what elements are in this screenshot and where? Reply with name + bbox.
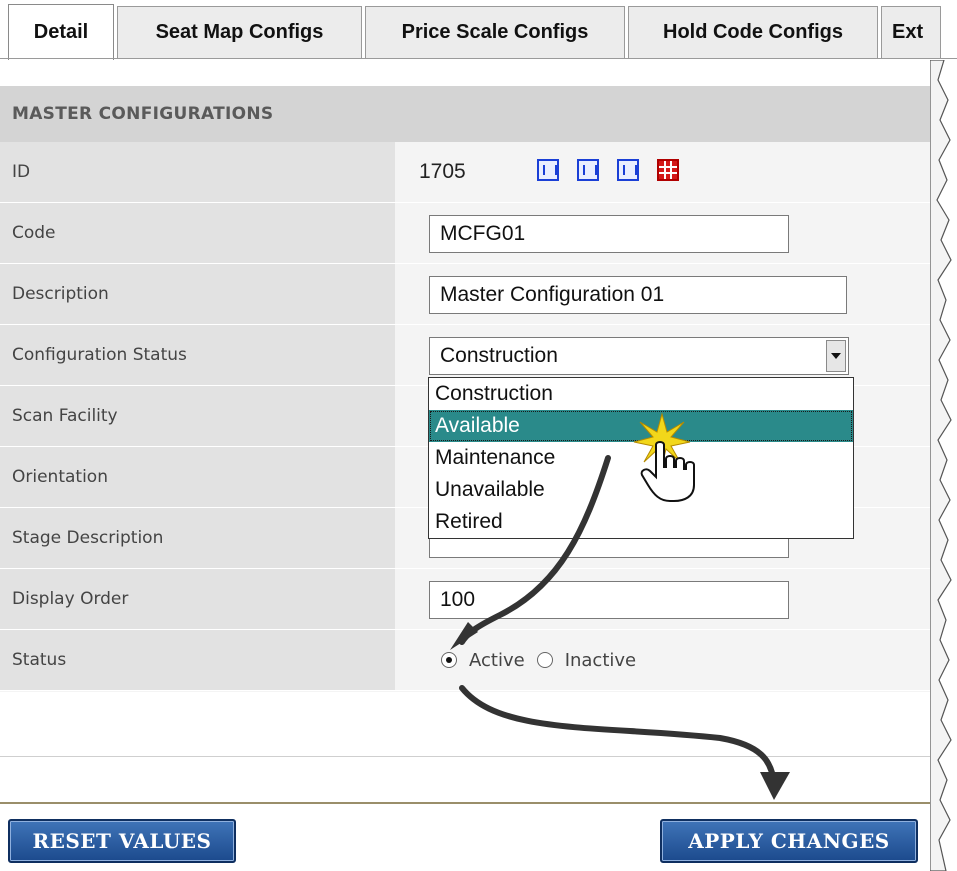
tab-ext[interactable]: Ext — [881, 6, 941, 58]
configuration-status-select[interactable]: Construction — [429, 337, 849, 375]
tab-hold-code-configs[interactable]: Hold Code Configs — [628, 6, 878, 58]
code-input[interactable]: MCFG01 — [429, 215, 789, 253]
description-value-cell: Master Configuration 01 — [395, 264, 930, 324]
arrow-to-apply — [459, 685, 777, 787]
tab-detail[interactable]: Detail — [8, 4, 114, 60]
code-label: Code — [0, 203, 395, 263]
status-active-radio[interactable] — [441, 652, 457, 668]
configuration-status-dropdown[interactable]: Construction Available Maintenance Unava… — [428, 377, 854, 539]
tab-seat-map-configs[interactable]: Seat Map Configs — [117, 6, 362, 58]
configuration-status-value: Construction — [440, 344, 558, 367]
dropdown-option-construction[interactable]: Construction — [429, 378, 853, 410]
id-label: ID — [0, 142, 395, 202]
tab-divider — [0, 58, 957, 59]
row-description: Description Master Configuration 01 — [0, 264, 930, 325]
layout-icon[interactable] — [577, 159, 599, 181]
row-code: Code MCFG01 — [0, 203, 930, 264]
status-active-label[interactable]: Active — [469, 650, 525, 671]
torn-edge — [930, 60, 952, 871]
status-inactive-label[interactable]: Inactive — [565, 650, 636, 671]
status-label: Status — [0, 630, 395, 690]
display-order-value-cell: 100 — [395, 569, 930, 629]
display-order-input[interactable]: 100 — [429, 581, 789, 619]
row-display-order: Display Order 100 — [0, 569, 930, 630]
layout-icon[interactable] — [617, 159, 639, 181]
orientation-label: Orientation — [0, 447, 395, 507]
scan-facility-label: Scan Facility — [0, 386, 395, 446]
section-header: MASTER CONFIGURATIONS — [0, 86, 930, 142]
dropdown-option-available[interactable]: Available — [429, 410, 853, 442]
tab-bar: Detail Seat Map Configs Price Scale Conf… — [0, 0, 957, 60]
configuration-status-value-cell: Construction — [395, 325, 930, 385]
id-value: 1705 — [419, 160, 466, 183]
divider — [0, 756, 930, 757]
dropdown-option-maintenance[interactable]: Maintenance — [429, 442, 853, 474]
seat-grid-icon[interactable] — [657, 159, 679, 181]
display-order-label: Display Order — [0, 569, 395, 629]
chevron-down-icon[interactable] — [826, 340, 846, 372]
tab-price-scale-configs[interactable]: Price Scale Configs — [365, 6, 625, 58]
status-radio-group: Active Inactive — [441, 630, 648, 690]
reset-values-button[interactable]: RESET VALUES — [8, 819, 236, 863]
status-value-cell: Active Inactive — [395, 630, 930, 690]
layout-icon[interactable] — [537, 159, 559, 181]
code-value-cell: MCFG01 — [395, 203, 930, 263]
footer-divider — [0, 802, 930, 804]
description-label: Description — [0, 264, 395, 324]
stage-description-label: Stage Description — [0, 508, 395, 568]
description-input[interactable]: Master Configuration 01 — [429, 276, 847, 314]
page: Detail Seat Map Configs Price Scale Conf… — [0, 0, 957, 871]
configuration-status-label: Configuration Status — [0, 325, 395, 385]
row-status: Status Active Inactive — [0, 630, 930, 691]
status-inactive-radio[interactable] — [536, 652, 553, 668]
id-value-cell: 1705 — [395, 142, 930, 202]
row-id: ID 1705 — [0, 142, 930, 203]
apply-changes-button[interactable]: APPLY CHANGES — [660, 819, 918, 863]
dropdown-option-unavailable[interactable]: Unavailable — [429, 474, 853, 506]
dropdown-option-retired[interactable]: Retired — [429, 506, 853, 538]
